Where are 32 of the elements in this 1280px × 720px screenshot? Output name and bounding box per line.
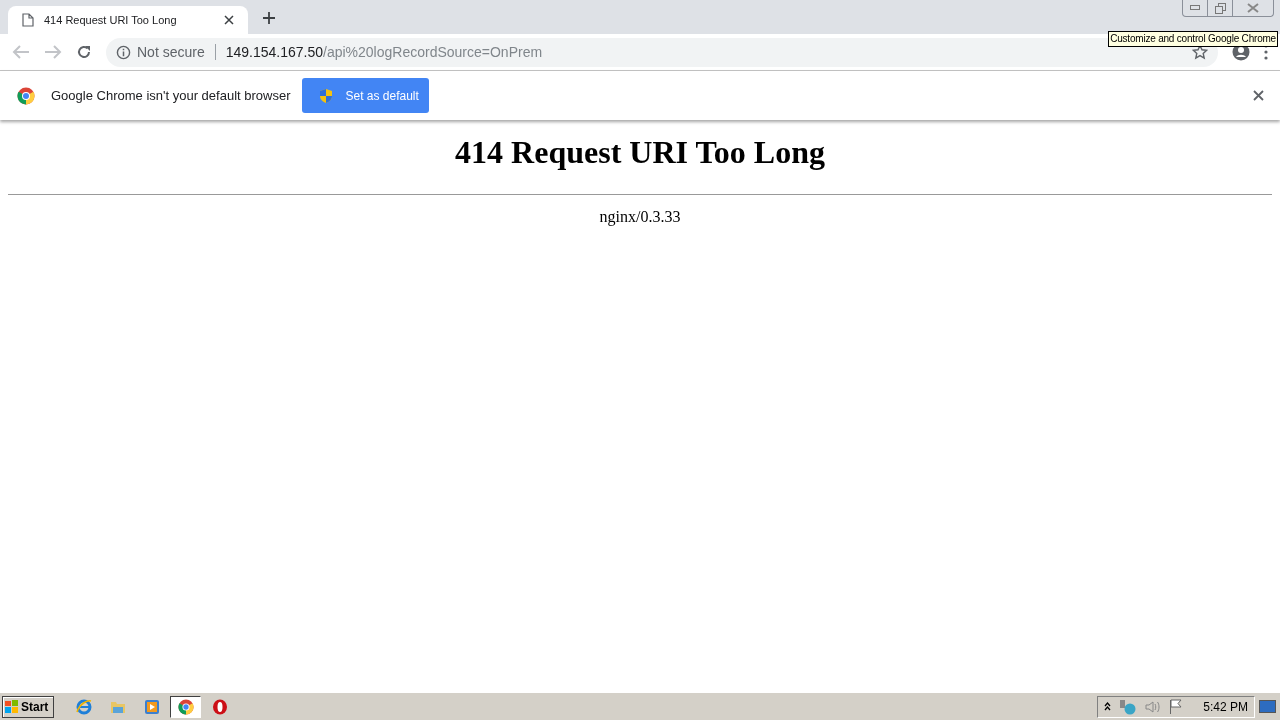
close-icon[interactable] — [1253, 90, 1264, 101]
windows-logo-icon — [5, 699, 19, 714]
url-path: /api%20logRecordSource=OnPrem — [323, 42, 543, 62]
document-icon — [22, 13, 34, 27]
security-label: Not secure — [137, 42, 205, 62]
chrome-logo-icon — [177, 698, 194, 715]
minimize-icon — [1190, 5, 1200, 11]
close-icon[interactable] — [224, 15, 234, 25]
error-heading: 414 Request URI Too Long — [454, 133, 826, 172]
taskbar-app-button[interactable] — [170, 695, 201, 718]
close-icon — [1247, 3, 1259, 13]
infobar-message: Google Chrome isn't your default browser — [51, 86, 291, 105]
tab-title: 414 Request URI Too Long — [44, 12, 178, 28]
url-host: 149.154.167.50 — [225, 42, 324, 62]
ie-icon — [75, 698, 92, 715]
clock[interactable]: 5:42 PM — [1203, 697, 1248, 716]
star-icon[interactable] — [1192, 44, 1208, 60]
set-as-default-button[interactable]: Set as default — [302, 78, 430, 113]
browser-tab[interactable]: 414 Request URI Too Long — [8, 6, 248, 34]
info-icon[interactable] — [116, 44, 131, 60]
chevron-up-icon[interactable] — [1104, 702, 1112, 711]
play-icon — [143, 698, 160, 715]
show-desktop-icon[interactable] — [1259, 699, 1276, 714]
opera-logo-icon — [211, 698, 228, 715]
server-version: nginx/0.3.33 — [599, 207, 681, 228]
shield-icon — [318, 87, 335, 104]
new-tab-icon[interactable] — [263, 12, 275, 24]
tooltip: Customize and control Google Chrome — [1108, 31, 1278, 47]
chrome-logo-icon — [17, 86, 35, 105]
start-button[interactable]: Start — [2, 695, 54, 718]
flag-icon[interactable] — [1169, 699, 1184, 714]
reload-icon[interactable] — [76, 44, 92, 60]
